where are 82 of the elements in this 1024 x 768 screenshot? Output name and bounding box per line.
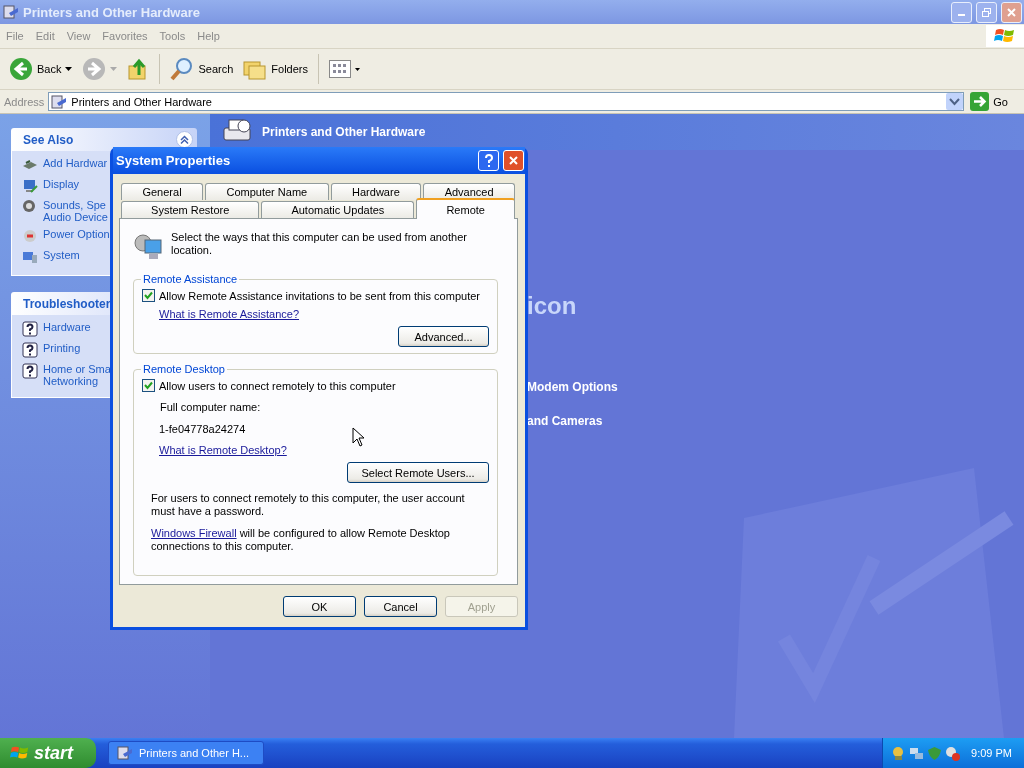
task-link[interactable]: Printing <box>43 342 81 354</box>
tab[interactable]: General <box>121 183 204 200</box>
folders-button[interactable]: Folders <box>240 56 311 82</box>
caret-icon <box>65 67 73 71</box>
task-link[interactable]: System <box>43 249 80 261</box>
network-icon[interactable] <box>909 745 925 761</box>
window-title: Printers and Other Hardware <box>23 4 201 20</box>
task-link[interactable]: Hardware <box>43 321 91 333</box>
search-button[interactable]: Search <box>167 55 237 83</box>
address-label: Address <box>4 95 45 108</box>
taskbar-button[interactable]: Printers and Other H... <box>108 741 264 765</box>
close-icon <box>508 155 519 166</box>
restore-icon <box>981 6 992 18</box>
cursor-icon <box>352 427 366 448</box>
address-field[interactable]: Printers and Other Hardware <box>48 92 965 111</box>
task-link[interactable]: Add Hardwar <box>43 157 108 169</box>
tab[interactable]: Remote <box>416 198 515 219</box>
firewall-text: Windows Firewall will be configured to allow Remote Desktop connections to this computer. <box>151 527 451 553</box>
restore-button[interactable] <box>976 1 997 23</box>
help-link[interactable]: What is Remote Desktop? <box>159 444 287 456</box>
task-link[interactable]: Display <box>43 178 80 190</box>
select-users-button[interactable]: Select Remote Users... <box>347 462 489 483</box>
task-link[interactable]: Home or Sma Networking <box>43 363 111 387</box>
folders-icon <box>243 58 268 80</box>
views-button[interactable] <box>326 58 363 80</box>
address-value: Printers and Other Hardware <box>71 95 213 108</box>
computer-icon <box>22 249 38 265</box>
dialog-button[interactable]: OK <box>283 596 356 617</box>
task-link[interactable]: Sounds, Spe Audio Device <box>43 199 108 223</box>
printer-icon <box>3 4 19 20</box>
advanced-button[interactable]: Advanced... <box>398 326 489 347</box>
dropdown-icon[interactable] <box>946 93 964 110</box>
collapse-icon[interactable] <box>176 131 193 148</box>
security-icon[interactable] <box>945 745 961 761</box>
dialog-title: System Properties <box>116 153 232 168</box>
category-header: Printers and Other Hardware <box>210 114 1024 150</box>
close-icon <box>1006 6 1017 18</box>
minimize-icon <box>958 14 965 16</box>
caret-icon <box>110 67 118 71</box>
checkbox-label[interactable]: Allow users to connect remotely to this computer <box>159 379 396 392</box>
grid-icon <box>329 60 351 78</box>
caret-icon <box>355 67 360 71</box>
category-link[interactable]: Modem Options <box>527 380 618 394</box>
field-label: Full computer name: <box>160 401 262 413</box>
help-link[interactable]: What is Remote Assistance? <box>159 308 299 320</box>
remote-assistance-group: Remote Assistance Allow Remote Assistance invitations to be sent from this computer What is Remote Assistance? Advanced... <box>133 273 498 354</box>
help-icon <box>22 342 38 358</box>
printer-icon <box>51 93 68 110</box>
go-button[interactable]: Go <box>968 92 1022 111</box>
description-text: Select the ways that this computer can be used from another location. <box>171 231 468 257</box>
computer-name: 1-fe04778a24274 <box>159 423 247 435</box>
category-link[interactable]: and Cameras <box>527 414 603 428</box>
go-arrow-icon <box>970 92 990 111</box>
panel-title[interactable]: Troubleshooter <box>23 296 111 311</box>
close-button[interactable] <box>1001 1 1022 23</box>
help-button[interactable] <box>478 150 499 171</box>
checkbox[interactable] <box>142 379 155 392</box>
firewall-link[interactable]: Windows Firewall <box>151 527 237 539</box>
back-button[interactable]: Back <box>6 55 76 83</box>
remote-desktop-group: Remote Desktop Allow users to connect remotely to this computer Full computer name: 1-fe04778a24274 What is Remote Desktop? Select Remote Users... For users to connect remotely to this computer, the user account must have a password. Windows Firewall will be configured to allow Remote Desktop connections to this computer. <box>133 363 498 576</box>
checkbox[interactable] <box>142 289 155 302</box>
monitor-icon <box>22 178 38 194</box>
checkbox-label[interactable]: Allow Remote Assistance invitations to be sent from this computer <box>159 289 480 302</box>
note-text: For users to connect remotely to this computer, the user account must have a password. <box>151 492 466 518</box>
printer-icon <box>117 745 133 761</box>
help-icon <box>22 363 38 379</box>
tab[interactable]: Computer Name <box>205 183 329 200</box>
help-icon <box>22 321 38 337</box>
question-mark-icon <box>483 153 494 168</box>
clock: 9:09 PM <box>971 747 1012 759</box>
speaker-icon <box>22 199 38 215</box>
panel-title[interactable]: See Also <box>23 132 74 147</box>
tab[interactable]: Automatic Updates <box>261 201 415 218</box>
tab[interactable]: Hardware <box>330 183 422 200</box>
tab[interactable]: System Restore <box>121 201 260 218</box>
minimize-button[interactable] <box>951 1 972 23</box>
task-link[interactable]: Power Option <box>43 228 110 240</box>
power-icon <box>22 228 38 244</box>
section-heading: icon <box>527 292 577 320</box>
search-icon <box>170 57 195 81</box>
dialog-button[interactable]: Cancel <box>364 596 437 617</box>
windows-logo-icon <box>986 25 1024 47</box>
